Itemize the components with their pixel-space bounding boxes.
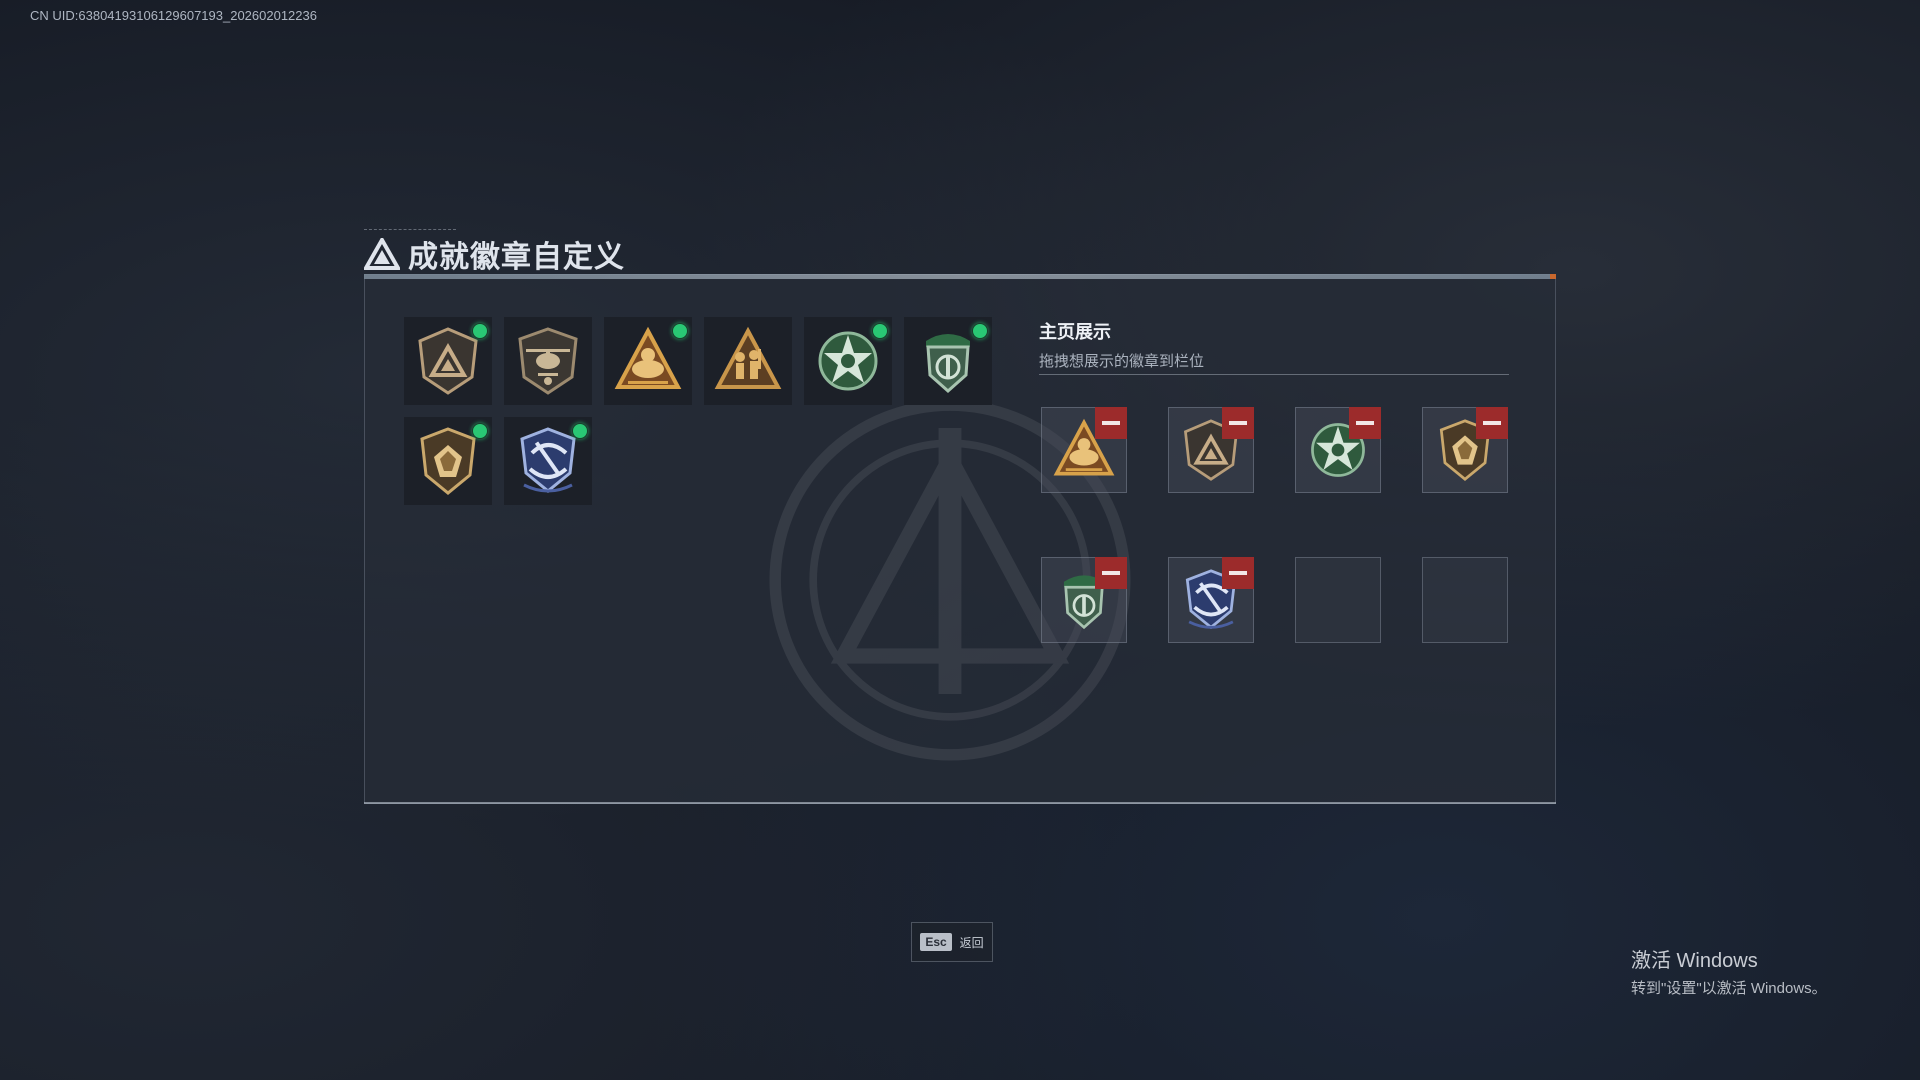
page-title: 成就徽章自定义 (408, 241, 625, 274)
display-slot[interactable] (1168, 407, 1254, 493)
inventory-badge-cell[interactable] (604, 317, 692, 405)
windows-activation-subtitle: 转到"设置"以激活 Windows。 (1631, 980, 1827, 997)
new-badge-dot (572, 423, 588, 439)
new-badge-dot (672, 323, 688, 339)
inventory-badge-cell[interactable] (904, 317, 992, 405)
inventory-badge-cell[interactable] (704, 317, 792, 405)
homepage-display-header: 主页展示 拖拽想展示的徽章到栏位 (1039, 318, 1204, 371)
empty-display-slot[interactable] (1422, 557, 1508, 643)
minus-icon (1102, 421, 1120, 425)
display-slot[interactable] (1041, 407, 1127, 493)
green-beret-shield-badge-icon (926, 334, 970, 394)
gold-shield-gem-badge-icon (420, 427, 476, 495)
inventory-badge-cell[interactable] (404, 417, 492, 505)
windows-activation-title: 激活 Windows (1631, 950, 1758, 972)
esc-key-icon: Esc (920, 933, 952, 951)
empty-display-slot[interactable] (1295, 557, 1381, 643)
page-header: 成就徽章自定义 (364, 232, 625, 276)
gold-triangle-soldiers-badge-icon (714, 326, 782, 389)
inventory-badge-cell[interactable] (804, 317, 892, 405)
minus-icon (1356, 421, 1374, 425)
back-label: 返回 (959, 935, 984, 950)
display-subtitle: 拖拽想展示的徽章到栏位 (1039, 353, 1205, 370)
blue-shield-sword-badge-icon (520, 427, 576, 493)
display-slots-grid (1041, 407, 1508, 643)
windows-activation-watermark: 激活 Windows 转到"设置"以激活 Windows。 (1631, 944, 1827, 998)
new-badge-dot (972, 323, 988, 339)
panel-top-border (364, 274, 1556, 279)
gold-triangle-eye-badge-icon (614, 326, 682, 389)
display-divider (1039, 374, 1509, 375)
new-badge-dot (472, 323, 488, 339)
new-badge-dot (872, 323, 888, 339)
minus-icon (1483, 421, 1501, 425)
badge-inventory-grid (404, 317, 1004, 505)
display-slot[interactable] (1041, 557, 1127, 643)
display-slot[interactable] (1422, 407, 1508, 493)
inventory-badge-cell[interactable] (504, 417, 592, 505)
helicopter-shield-badge-icon (518, 327, 578, 395)
remove-badge-button[interactable] (1095, 407, 1127, 439)
green-star-cross-badge-icon (818, 331, 878, 391)
remove-badge-button[interactable] (1349, 407, 1381, 439)
remove-badge-button[interactable] (1222, 407, 1254, 439)
panel-bottom-border (364, 802, 1556, 804)
display-slot[interactable] (1295, 407, 1381, 493)
new-badge-dot (472, 423, 488, 439)
minus-icon (1229, 421, 1247, 425)
display-title: 主页展示 (1039, 322, 1111, 342)
display-slot[interactable] (1168, 557, 1254, 643)
remove-badge-button[interactable] (1222, 557, 1254, 589)
inventory-badge-cell[interactable] (504, 317, 592, 405)
remove-badge-button[interactable] (1476, 407, 1508, 439)
triangle-logo-icon (364, 238, 400, 270)
remove-badge-button[interactable] (1095, 557, 1127, 589)
back-button[interactable]: Esc 返回 (911, 922, 993, 962)
uid-label: CN UID:63804193106129607193_202602012236 (30, 8, 317, 23)
minus-icon (1229, 571, 1247, 575)
minus-icon (1102, 571, 1120, 575)
inventory-badge-cell[interactable] (404, 317, 492, 405)
bronze-shield-triangle-badge-icon (418, 327, 478, 395)
